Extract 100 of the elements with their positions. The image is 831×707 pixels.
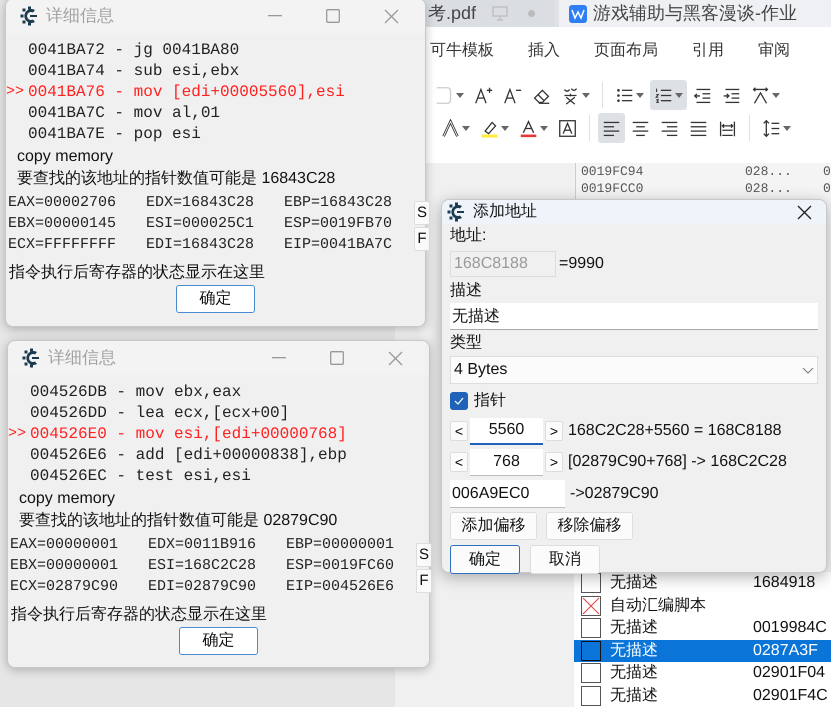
register-value: ECX=FFFFFFFF — [8, 235, 118, 255]
script-status-box[interactable] — [581, 596, 601, 616]
minimize-icon[interactable] — [272, 357, 286, 359]
ok-button[interactable]: 确定 — [179, 627, 258, 655]
offset-formula: [02879C90+768] -> 168C2C28 — [568, 452, 787, 472]
register-value: ESI=168C2C28 — [148, 556, 258, 576]
caret-icon — [501, 126, 509, 130]
gear-icon — [20, 6, 40, 26]
toolbar-button[interactable] — [650, 80, 687, 110]
decrement-button[interactable]: < — [450, 421, 468, 441]
row-checkbox[interactable] — [581, 663, 601, 684]
register-value: EBP=00000001 — [286, 535, 396, 555]
offset-field[interactable]: 768 — [470, 448, 543, 476]
side-button[interactable]: F — [414, 226, 430, 250]
pointer-hint: 要查找的该地址的指针数值可能是 02879C90 — [19, 510, 338, 531]
character-border-icon — [558, 118, 577, 138]
dot-icon — [528, 10, 536, 17]
monitor-icon — [492, 6, 508, 21]
code-line: 0041BA74 - sub esi,ebx — [28, 60, 240, 82]
address-row[interactable]: 无描述 0287A3F — [574, 640, 831, 662]
caret-icon — [636, 92, 644, 98]
field-label: 地址: — [450, 226, 488, 246]
register-value: EBP=16843C28 — [284, 193, 394, 213]
ribbon-tab[interactable]: 可牛模板 — [430, 39, 494, 63]
current-line-marker: >> — [8, 425, 26, 442]
base-result: ->02879C90 — [570, 484, 659, 504]
line-spacing-icon — [762, 118, 781, 138]
memory-address: 0019FCC0 — [581, 180, 644, 198]
field-label: 描述 — [450, 280, 483, 301]
table-cell-text: 0 — [823, 180, 831, 198]
document-tab[interactable]: 考.pdf — [428, 0, 555, 27]
side-button[interactable]: S — [414, 200, 430, 224]
pointer-hint: 要查找的该地址的指针数值可能是 16843C28 — [17, 168, 336, 189]
register-value: EDX=0011B916 — [148, 535, 258, 555]
memory-value: 028... — [745, 180, 793, 198]
row-checkbox[interactable] — [581, 686, 601, 706]
offset-field[interactable]: 5560 — [470, 418, 543, 444]
code-line: 004526DD - lea ecx,[ecx+00] — [30, 402, 290, 424]
text-direction-icon — [751, 86, 770, 104]
window-title: 详细信息 — [48, 347, 117, 370]
caret-icon — [783, 126, 791, 130]
shrink-font-icon — [503, 86, 522, 104]
phonetic-guide-icon — [561, 86, 580, 104]
register-value: EAX=00000001 — [10, 535, 120, 555]
register-value: ECX=02879C90 — [10, 577, 120, 597]
toolbar-button[interactable] — [598, 113, 625, 143]
offset-button[interactable]: 移除偏移 — [546, 512, 633, 540]
increment-button[interactable]: > — [545, 421, 563, 441]
side-button[interactable]: S — [416, 542, 432, 566]
entry-description: 无描述 — [610, 686, 659, 706]
register-value: ESP=0019FB70 — [284, 214, 394, 234]
close-icon[interactable] — [797, 204, 812, 220]
gear-icon — [447, 202, 467, 222]
ribbon-tab[interactable]: 插入 — [528, 39, 560, 63]
code-line: 0041BA72 - jg 0041BA80 — [28, 40, 240, 60]
dialog-button[interactable]: 取消 — [530, 545, 600, 574]
font-size-field-edge — [435, 86, 454, 104]
increment-button[interactable]: > — [545, 452, 563, 472]
memory-address: 0019FC94 — [581, 162, 644, 181]
dialog-button[interactable]: 确定 — [450, 545, 520, 574]
maximize-icon[interactable] — [326, 9, 340, 23]
row-checkbox[interactable] — [581, 640, 601, 661]
code-line: 004526E6 - add [edi+00000838],ebp — [30, 444, 347, 466]
offset-button[interactable]: 添加偏移 — [450, 512, 537, 540]
entry-description: 自动汇编脚本 — [610, 596, 707, 616]
caret-icon — [582, 92, 590, 98]
caret-icon — [772, 92, 780, 98]
ok-button[interactable]: 确定 — [176, 285, 255, 313]
maximize-icon[interactable] — [330, 351, 344, 365]
distribute-icon — [718, 118, 737, 138]
base-address-field[interactable]: 006A9EC0 — [450, 480, 565, 508]
caption: copy memory — [19, 489, 116, 509]
ribbon-tab[interactable]: 审阅 — [758, 39, 790, 63]
register-value: EDX=16843C28 — [146, 193, 256, 213]
ribbon-tab[interactable]: 页面布局 — [594, 39, 658, 63]
offset-formula: 168C2C28+5560 = 168C8188 — [568, 421, 782, 441]
row-checkbox[interactable] — [581, 618, 601, 638]
memory-value: 028... — [745, 162, 793, 181]
document-icon — [569, 4, 587, 22]
caret-icon — [462, 126, 470, 130]
code-line: 004526EC - test esi,esi — [30, 466, 251, 486]
type-select[interactable]: 4 Bytes — [450, 356, 818, 384]
code-line: 0041BA7C - mov al,01 — [28, 102, 220, 124]
entry-description: 无描述 — [610, 572, 659, 594]
gear-icon — [22, 348, 42, 368]
decrement-button[interactable]: < — [450, 452, 468, 472]
entry-description: 无描述 — [610, 618, 659, 638]
document-tab[interactable]: 游戏辅助与黑客漫谈-作业 — [559, 0, 831, 27]
cross-icon — [582, 596, 600, 615]
ribbon-tab[interactable]: 引用 — [692, 39, 724, 63]
row-checkbox[interactable] — [581, 573, 601, 594]
minimize-icon[interactable] — [268, 15, 282, 17]
field-label: 类型 — [450, 332, 483, 353]
chevron-down-icon — [802, 366, 814, 374]
entry-address: 0019984C — [753, 618, 827, 638]
pointer-checkbox[interactable] — [450, 392, 468, 410]
register-value: EBX=00000001 — [10, 556, 120, 576]
side-button[interactable]: F — [416, 568, 432, 592]
description-field[interactable]: 无描述 — [450, 303, 818, 330]
grow-font-icon — [474, 86, 493, 104]
